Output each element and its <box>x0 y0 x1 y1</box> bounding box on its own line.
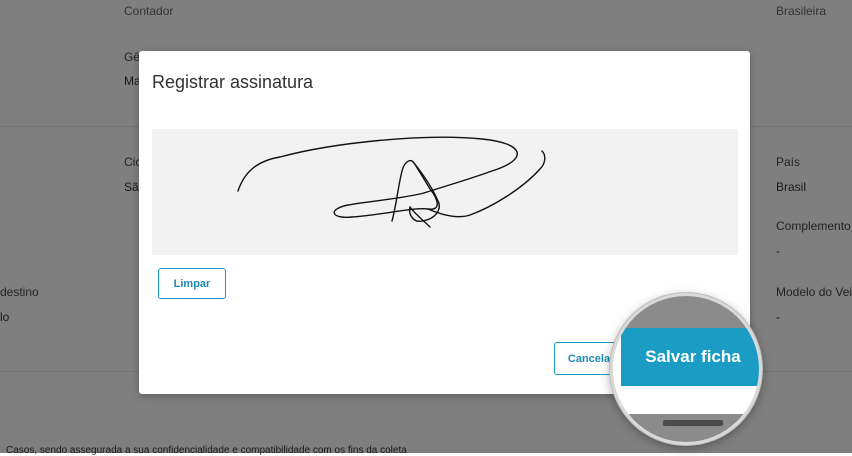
signature-drawing <box>237 136 546 228</box>
magnifier-modal-edge <box>613 386 759 414</box>
magnifier-content: Salvar ficha <box>613 296 759 442</box>
signature-pad[interactable] <box>152 129 738 255</box>
magnifier-backdrop-top <box>613 296 759 328</box>
save-record-button[interactable]: Salvar ficha <box>621 328 759 386</box>
clear-signature-button[interactable]: Limpar <box>158 268 226 299</box>
modal-title: Registrar assinatura <box>152 72 314 92</box>
magnifier-backdrop-bottom <box>613 414 759 442</box>
magnifier-shadow-bar <box>663 420 723 426</box>
zoom-magnifier: Salvar ficha <box>610 293 762 445</box>
